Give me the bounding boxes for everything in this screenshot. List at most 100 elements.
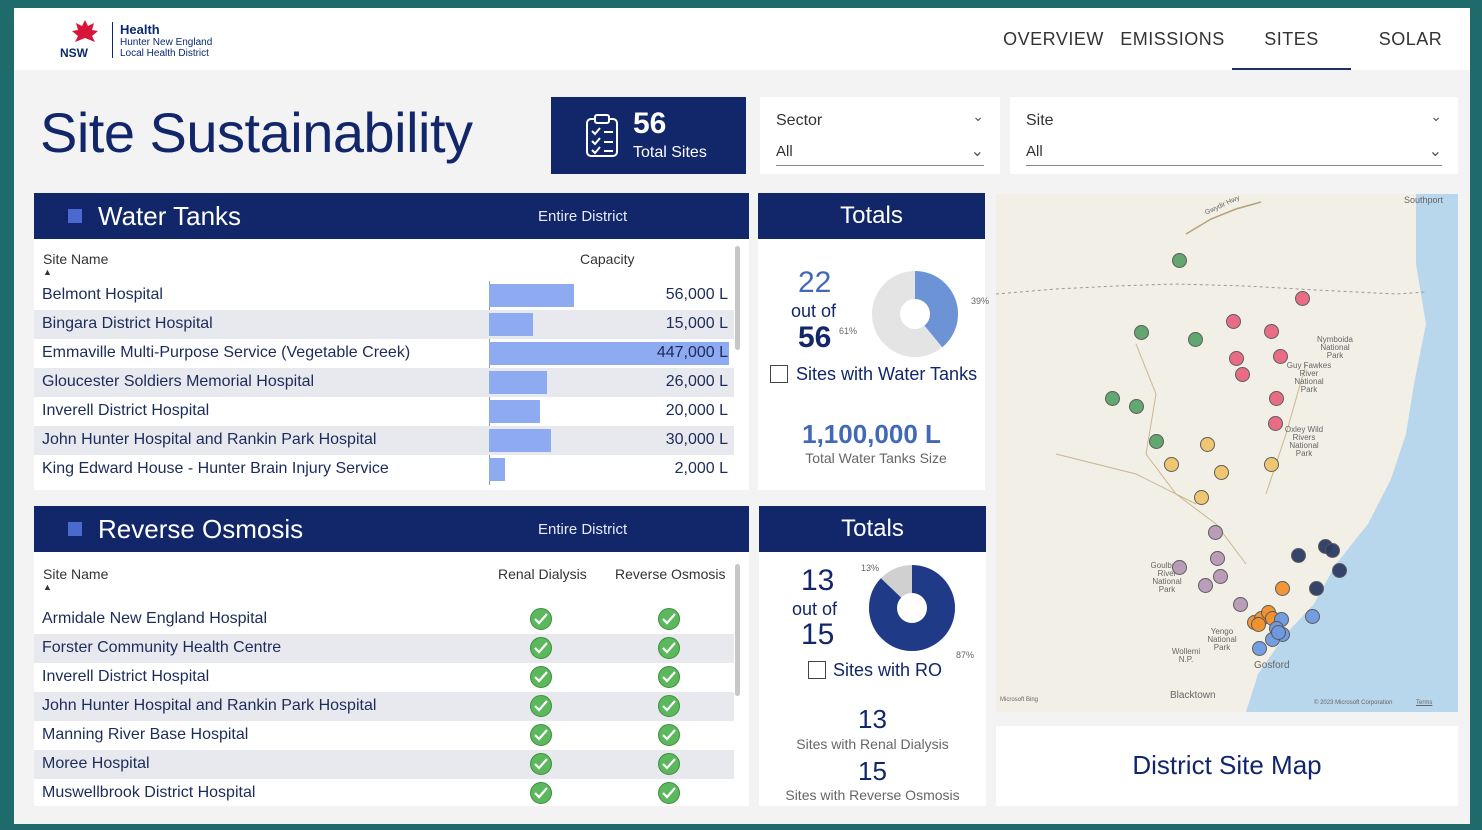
ro-checkbox[interactable] xyxy=(808,661,826,679)
site-marker[interactable] xyxy=(1275,581,1290,596)
site-marker[interactable] xyxy=(1200,437,1215,452)
site-marker[interactable] xyxy=(1251,617,1266,632)
site-marker[interactable] xyxy=(1213,569,1228,584)
sort-ascending-icon[interactable]: ▲ xyxy=(43,582,52,592)
site-marker[interactable] xyxy=(1305,609,1320,624)
table-row[interactable]: Gloucester Soldiers Memorial Hospital 26,… xyxy=(34,368,734,397)
site-marker[interactable] xyxy=(1235,367,1250,382)
site-name-cell: Inverell District Hospital xyxy=(42,668,210,685)
water-size-label: Total Water Tanks Size xyxy=(805,450,947,466)
table-row[interactable]: Moree Hospital xyxy=(34,750,734,779)
site-name-cell: Bingara District Hospital xyxy=(42,315,213,332)
table-row[interactable]: Inverell District Hospital 20,000 L xyxy=(34,397,734,426)
map-terms-link[interactable]: Terms xyxy=(1416,699,1432,707)
ro-scrollbar[interactable] xyxy=(735,564,740,696)
logo-divider xyxy=(112,22,113,58)
site-marker[interactable] xyxy=(1268,416,1283,431)
water-count: 22 xyxy=(798,266,832,299)
map-label-nymboida: Nymboida National Park xyxy=(1316,335,1353,360)
site-marker[interactable] xyxy=(1309,581,1324,596)
chevron-down-icon[interactable]: ⌄ xyxy=(1430,109,1442,125)
table-row[interactable]: Belmont Hospital 56,000 L xyxy=(34,281,734,310)
table-row[interactable]: Manning River Base Hospital xyxy=(34,721,734,750)
site-marker[interactable] xyxy=(1269,391,1284,406)
water-total: 56 xyxy=(798,321,832,354)
total-sites-label: Total Sites xyxy=(633,144,707,161)
nav-overview[interactable]: OVERVIEW xyxy=(994,8,1113,70)
renal-value: 13 xyxy=(858,704,887,734)
site-dropdown[interactable]: All ⌄ xyxy=(1026,141,1442,166)
site-marker[interactable] xyxy=(1226,314,1241,329)
water-tanks-checkbox[interactable] xyxy=(770,365,788,383)
table-row[interactable]: Forster Community Health Centre xyxy=(34,634,734,663)
water-tanks-checkbox-label[interactable]: Sites with Water Tanks xyxy=(796,364,977,385)
ro-totals-panel: Totals 13 out of 15 13% 87% Sites with R… xyxy=(759,506,986,806)
map-attribution: © 2023 Microsoft Corporation xyxy=(1314,700,1393,706)
check-icon xyxy=(658,637,680,659)
site-marker[interactable] xyxy=(1332,563,1347,578)
site-marker[interactable] xyxy=(1172,560,1187,575)
col-ro-site-name[interactable]: Site Name xyxy=(43,566,108,582)
site-marker[interactable] xyxy=(1134,325,1149,340)
ro-title: Reverse Osmosis xyxy=(98,514,304,544)
capacity-cell: 26,000 L xyxy=(665,373,728,390)
water-totals-title: Totals xyxy=(758,193,985,239)
water-tanks-scrollbar[interactable] xyxy=(735,246,740,350)
table-row[interactable]: King Edward House - Hunter Brain Injury … xyxy=(34,455,734,484)
nav-emissions[interactable]: EMISSIONS xyxy=(1113,8,1232,70)
site-marker[interactable] xyxy=(1264,324,1279,339)
site-marker[interactable] xyxy=(1291,548,1306,563)
ro-label: Sites with Reverse Osmosis xyxy=(785,787,960,803)
site-marker[interactable] xyxy=(1273,349,1288,364)
sort-ascending-icon[interactable]: ▲ xyxy=(43,267,52,277)
capacity-cell: 56,000 L xyxy=(665,286,728,303)
site-marker[interactable] xyxy=(1198,578,1213,593)
district-site-map[interactable]: Southport Nymboida National Park Guy Faw… xyxy=(996,194,1458,712)
table-row[interactable]: Emmaville Multi-Purpose Service (Vegetab… xyxy=(34,339,734,368)
table-row[interactable]: Bingara District Hospital 15,000 L xyxy=(34,310,734,339)
site-marker[interactable] xyxy=(1172,253,1187,268)
site-slicer-label: Site xyxy=(1026,112,1054,129)
nav-sites[interactable]: SITES xyxy=(1232,8,1351,70)
site-marker[interactable] xyxy=(1271,625,1286,640)
total-sites-value: 56 xyxy=(633,107,667,140)
col-renal-dialysis[interactable]: Renal Dialysis xyxy=(498,566,587,582)
site-marker[interactable] xyxy=(1149,434,1164,449)
site-marker[interactable] xyxy=(1105,391,1120,406)
table-row[interactable]: Muswellbrook District Hospital xyxy=(34,779,734,808)
site-marker[interactable] xyxy=(1214,465,1229,480)
site-marker[interactable] xyxy=(1233,597,1248,612)
sector-slicer[interactable]: Sector ⌄ All ⌄ xyxy=(760,97,1000,174)
org-title: Health xyxy=(120,22,160,37)
panel-square-icon xyxy=(68,522,82,536)
check-icon xyxy=(530,724,552,746)
site-marker[interactable] xyxy=(1252,641,1267,656)
sector-dropdown[interactable]: All ⌄ xyxy=(776,141,984,166)
check-icon xyxy=(658,724,680,746)
site-marker[interactable] xyxy=(1210,551,1225,566)
site-slicer[interactable]: Site ⌄ All ⌄ xyxy=(1010,97,1458,174)
nav-solar[interactable]: SOLAR xyxy=(1351,8,1470,70)
site-marker[interactable] xyxy=(1194,490,1209,505)
col-site-name[interactable]: Site Name xyxy=(43,251,108,267)
ro-checkbox-label[interactable]: Sites with RO xyxy=(833,660,942,681)
col-capacity[interactable]: Capacity xyxy=(580,251,634,267)
site-marker[interactable] xyxy=(1188,332,1203,347)
site-marker[interactable] xyxy=(1295,291,1310,306)
site-marker[interactable] xyxy=(1164,457,1179,472)
site-marker[interactable] xyxy=(1264,457,1279,472)
capacity-bar xyxy=(489,400,540,423)
table-row[interactable]: John Hunter Hospital and Rankin Park Hos… xyxy=(34,426,734,455)
map-label-blacktown: Blacktown xyxy=(1170,690,1216,701)
site-marker[interactable] xyxy=(1229,351,1244,366)
chevron-down-icon[interactable]: ⌄ xyxy=(972,109,984,125)
table-row[interactable]: John Hunter Hospital and Rankin Park Hos… xyxy=(34,692,734,721)
table-row[interactable]: Inverell District Hospital xyxy=(34,663,734,692)
ro-pct-large: 87% xyxy=(956,650,975,660)
site-marker[interactable] xyxy=(1325,543,1340,558)
water-out-of: out of xyxy=(791,301,837,321)
col-reverse-osmosis[interactable]: Reverse Osmosis xyxy=(615,566,725,582)
table-row[interactable]: Armidale New England Hospital xyxy=(34,605,734,634)
site-marker[interactable] xyxy=(1208,525,1223,540)
site-marker[interactable] xyxy=(1129,399,1144,414)
